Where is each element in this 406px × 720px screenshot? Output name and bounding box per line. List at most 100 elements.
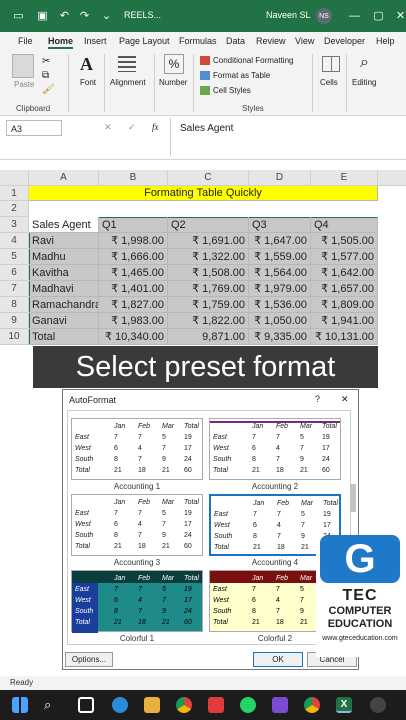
cell-q3[interactable]: ₹ 1,559.00 — [249, 249, 311, 265]
recorder-icon[interactable] — [370, 697, 386, 713]
cell-q3[interactable]: ₹ 9,335.00 — [249, 329, 311, 345]
cell-q4[interactable]: ₹ 1,657.00 — [311, 281, 378, 297]
cell-q3[interactable]: ₹ 1,536.00 — [249, 297, 311, 313]
alignment-icon[interactable] — [118, 56, 136, 72]
header-cell-q2[interactable]: Q2 — [168, 217, 249, 233]
ok-button[interactable]: OK — [253, 652, 303, 667]
restore-icon[interactable]: ▢ — [372, 9, 385, 22]
row-header-3[interactable]: 3 — [0, 217, 29, 233]
cell-q4[interactable]: ₹ 1,577.00 — [311, 249, 378, 265]
cell-q4[interactable]: ₹ 1,642.00 — [311, 265, 378, 281]
cell-agent[interactable]: Madhavi — [29, 281, 99, 297]
paste-icon[interactable] — [12, 54, 34, 78]
search-icon[interactable]: ⌕ — [44, 697, 51, 713]
alignment-label[interactable]: Alignment — [110, 78, 146, 87]
row-header-10[interactable]: 10 — [0, 329, 29, 345]
format-preview-3[interactable]: Jan Feb Mar Total East 7 7 5 19 West 6 4 7 17 South 8 7 9… — [71, 494, 203, 556]
whatsapp-icon[interactable] — [240, 697, 256, 713]
format-list-scrollbar[interactable] — [350, 484, 356, 512]
name-box[interactable]: A3 — [6, 120, 62, 136]
cell-q2[interactable]: ₹ 1,691.00 — [168, 233, 249, 249]
format-painter-icon[interactable]: 🖌 — [42, 84, 55, 95]
excel-icon[interactable]: X — [336, 697, 352, 713]
row-header-5[interactable]: 5 — [0, 249, 29, 265]
cell-q2[interactable]: ₹ 1,759.00 — [168, 297, 249, 313]
font-icon[interactable]: A — [80, 54, 93, 75]
cut-icon[interactable]: ✂ — [42, 56, 50, 67]
column-header-d[interactable]: D — [249, 170, 311, 186]
format-preview-2[interactable]: Jan Feb Mar Total East 7 7 5 19 West 6 4 7 17 South 8 7 9… — [209, 418, 341, 480]
file-explorer-icon[interactable] — [144, 697, 160, 713]
cell-q1[interactable]: ₹ 1,465.00 — [99, 265, 168, 281]
app-icon[interactable] — [272, 697, 288, 713]
row-header-9[interactable]: 9 — [0, 313, 29, 329]
edge-icon[interactable] — [112, 697, 128, 713]
header-cell-q4[interactable]: Q4 — [311, 217, 378, 233]
chrome-profile-icon[interactable] — [304, 697, 320, 713]
number-format-icon[interactable]: % — [164, 54, 184, 74]
header-cell-agent[interactable]: Sales Agent — [29, 217, 99, 233]
cell-agent[interactable]: Ramachandra — [29, 297, 99, 313]
chrome-icon[interactable] — [176, 697, 192, 713]
select-all-corner[interactable] — [0, 170, 29, 186]
tab-home[interactable]: Home — [48, 36, 74, 49]
cancel-entry-icon[interactable]: ✕ — [104, 122, 112, 133]
cell-q3[interactable]: ₹ 1,647.00 — [249, 233, 311, 249]
cell-agent[interactable]: Total — [29, 329, 99, 345]
tab-help[interactable]: Help — [376, 36, 395, 46]
column-header-a[interactable]: A — [29, 170, 99, 186]
column-header-b[interactable]: B — [99, 170, 168, 186]
header-cell-q1[interactable]: Q1 — [99, 217, 168, 233]
row-header-4[interactable]: 4 — [0, 233, 29, 249]
cell-q3[interactable]: ₹ 1,979.00 — [249, 281, 311, 297]
tab-insert[interactable]: Insert — [84, 36, 107, 46]
header-cell-q3[interactable]: Q3 — [249, 217, 311, 233]
cell-q2[interactable]: ₹ 1,322.00 — [168, 249, 249, 265]
conditional-formatting-button[interactable]: Conditional Formatting — [213, 56, 293, 65]
start-icon[interactable] — [12, 697, 28, 713]
formula-input[interactable]: Sales Agent — [180, 123, 233, 134]
cell-q1[interactable]: ₹ 1,983.00 — [99, 313, 168, 329]
cell-styles-button[interactable]: Cell Styles — [213, 86, 251, 95]
close-icon[interactable]: ✕ — [394, 9, 406, 22]
tab-file[interactable]: File — [18, 36, 33, 46]
cells-label[interactable]: Cells — [320, 78, 338, 87]
cell-q1[interactable]: ₹ 1,401.00 — [99, 281, 168, 297]
tab-review[interactable]: Review — [256, 36, 286, 46]
help-button[interactable]: ? — [315, 394, 320, 404]
spreadsheet-grid[interactable]: A B C D E 1 2 3 4 5 6 7 8 9 10 Formating… — [0, 170, 406, 345]
quick-access-more-icon[interactable]: ⌄ — [100, 9, 113, 22]
cells-icon[interactable] — [322, 56, 340, 72]
cell-q1[interactable]: ₹ 10,340.00 — [99, 329, 168, 345]
cell-q4[interactable]: ₹ 10,131.00 — [311, 329, 378, 345]
cell-agent[interactable]: Madhu — [29, 249, 99, 265]
options-button[interactable]: Options... — [65, 652, 113, 667]
task-view-icon[interactable] — [78, 697, 94, 713]
row-header-8[interactable]: 8 — [0, 297, 29, 313]
cell-q3[interactable]: ₹ 1,050.00 — [249, 313, 311, 329]
cell-q2[interactable]: ₹ 1,508.00 — [168, 265, 249, 281]
dialog-close-button[interactable]: ✕ — [341, 394, 349, 405]
confirm-entry-icon[interactable]: ✓ — [128, 122, 136, 133]
format-preview-5[interactable]: Jan Feb Mar Total East 7 7 5 19 West 6 4 7 17 South 8 7 9… — [71, 570, 203, 633]
cell-q4[interactable]: ₹ 1,809.00 — [311, 297, 378, 313]
minimize-icon[interactable]: — — [348, 9, 361, 22]
cell-q1[interactable]: ₹ 1,666.00 — [99, 249, 168, 265]
cell-q2[interactable]: ₹ 1,769.00 — [168, 281, 249, 297]
autosave-toggle-icon[interactable]: ▭ — [12, 9, 25, 22]
tab-developer[interactable]: Developer — [324, 36, 365, 46]
cell-q4[interactable]: ₹ 1,941.00 — [311, 313, 378, 329]
redo-icon[interactable]: ↷ — [78, 9, 91, 22]
tab-formulas[interactable]: Formulas — [179, 36, 217, 46]
cell-agent[interactable]: Ravi — [29, 233, 99, 249]
cell-agent[interactable]: Ganavi — [29, 313, 99, 329]
editing-label[interactable]: Editing — [352, 78, 376, 87]
tab-page-layout[interactable]: Page Layout — [119, 36, 170, 46]
copy-icon[interactable]: ⧉ — [42, 70, 49, 81]
avatar[interactable]: NS — [316, 8, 332, 24]
media-app-icon[interactable] — [208, 697, 224, 713]
cell-q2[interactable]: 9,871.00 — [168, 329, 249, 345]
cell-q1[interactable]: ₹ 1,827.00 — [99, 297, 168, 313]
save-icon[interactable]: ▣ — [36, 9, 49, 22]
column-header-c[interactable]: C — [168, 170, 249, 186]
